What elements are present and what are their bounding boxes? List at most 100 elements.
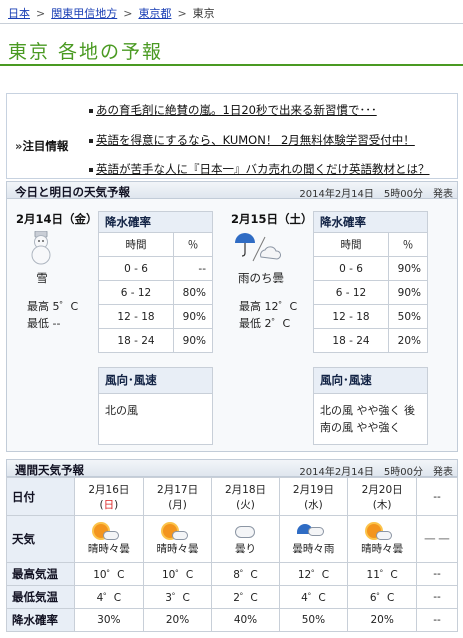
- ad-link-text: 英語が苦手な人に『日本一』バカ売れの聞くだけ英語教材とは？: [96, 162, 430, 176]
- umbrella-then-cloud-icon: [233, 231, 285, 268]
- today-forecast-header: 今日と明日の天気予報 2014年2月14日 5時00分 発表: [6, 181, 458, 200]
- weekly-weather-text: 晴時々曇: [87, 542, 130, 555]
- breadcrumb-link-japan[interactable]: 日本: [8, 7, 30, 20]
- page-title: 東京 各地の予報: [8, 41, 164, 63]
- weekly-date: 2月16日: [88, 483, 130, 496]
- day1-wind-body: 北の風: [99, 394, 212, 427]
- weekly-date: 2月20日: [361, 483, 403, 496]
- weekly-weather-text: 晴時々曇: [361, 542, 404, 555]
- rain-time: 6 - 12: [98, 280, 174, 305]
- day2-rain-table: 降水確率 時間％ 0 - 6 90% 6 - 12 90% 12 - 18 50% 1…: [313, 211, 428, 353]
- day1-rain-caption: 降水確率: [98, 211, 213, 233]
- weekly-date: 2月17日: [157, 483, 199, 496]
- breadcrumb-separator: >: [177, 7, 187, 20]
- weekly-low: 4゜C: [278, 585, 349, 609]
- weekly-low: --: [415, 585, 459, 609]
- ad-link-2[interactable]: 英語を得意にするなら、KUMON！ 2月無料体験学習受付中！: [89, 132, 415, 148]
- weekly-high: 10゜C: [142, 562, 213, 586]
- ad-link-text: 英語を得意にするなら、KUMON！ 2月無料体験学習受付中！: [96, 133, 415, 147]
- bullet-icon: [89, 167, 93, 172]
- weekly-date: 2月18日: [224, 483, 267, 496]
- weekly-rain: 20%: [347, 608, 417, 632]
- weekly-rain: 40%: [211, 608, 280, 632]
- rain-pct: 20%: [388, 328, 428, 353]
- sun-cloud-icon: [348, 523, 416, 541]
- weekly-rain: 20%: [142, 608, 213, 632]
- rain-pct: 90%: [173, 304, 213, 329]
- weekly-row-low-label: 最低気温: [6, 585, 75, 609]
- ad-link-3[interactable]: 英語が苦手な人に『日本一』バカ売れの聞くだけ英語教材とは？: [89, 161, 430, 177]
- breadcrumb: 日本 > 関東甲信地方 > 東京都 > 東京: [8, 5, 215, 21]
- day2-rain-caption: 降水確率: [313, 211, 428, 233]
- weekly-forecast-issued: 2014年2月14日 5時00分 発表: [299, 467, 453, 478]
- day1-weather: 雪: [36, 271, 48, 285]
- breadcrumb-divider: [0, 23, 463, 24]
- day2-date: 2月15日（土）: [231, 212, 313, 226]
- weekly-dow: 火: [240, 498, 251, 511]
- weekly-forecast-title: 週間天気予報: [15, 463, 84, 477]
- day2-weather: 雨のち曇: [238, 271, 284, 285]
- bullet-icon: [89, 108, 93, 113]
- weekly-date: 2月19日: [292, 483, 334, 496]
- rain-time: 6 - 12: [313, 280, 389, 305]
- snowman-icon: [27, 230, 55, 268]
- bullet-icon: [89, 138, 93, 143]
- day2-temps: 最高 12゜C 最低 2゜C: [239, 298, 297, 332]
- day2-wind-line: 北の風 やや強く 後: [320, 404, 415, 417]
- rain-time: 12 - 18: [313, 304, 389, 329]
- weekly-dow: 月: [172, 498, 183, 511]
- weekly-rain: --: [415, 608, 459, 632]
- sun-cloud-icon: [75, 523, 143, 541]
- rain-col-time: 時間: [98, 232, 174, 257]
- day1-wind-caption: 風向･風速: [99, 368, 212, 394]
- weekly-row-high-label: 最高気温: [6, 562, 75, 586]
- weekly-weather-text: 曇り: [234, 542, 256, 555]
- weekly-rain: 50%: [278, 608, 349, 632]
- weekly-weather-cell: 晴時々曇: [74, 515, 144, 563]
- today-forecast-issued: 2014年2月14日 5時00分 発表: [299, 189, 453, 200]
- weekly-weather-text: 曇時々雨: [292, 542, 335, 555]
- weekly-date-cell: 2月17日 (月): [142, 477, 213, 516]
- weekly-row-weather-label: 天気: [6, 515, 75, 563]
- breadcrumb-link-kanto[interactable]: 関東甲信地方: [51, 7, 117, 20]
- rain-pct: --: [173, 256, 213, 281]
- weekly-low: 2゜C: [211, 585, 280, 609]
- weekly-row-rain-label: 降水確率: [6, 608, 75, 632]
- weekly-high: 10゜C: [74, 562, 144, 586]
- weekly-weather-cell: 曇り: [211, 515, 280, 563]
- breadcrumb-link-tokyo-to[interactable]: 東京都: [138, 7, 171, 20]
- featured-info-box: » 注目情報 あの育毛剤に絶賛の嵐。1日20秒で出来る新習慣で･･･ 英語を得意に…: [6, 93, 458, 179]
- double-chevron-right-icon: »: [15, 139, 23, 153]
- day1-date: 2月14日（金）: [16, 212, 98, 226]
- day1-wind-box: 風向･風速 北の風: [98, 367, 213, 445]
- day2-high: 最高 12゜C: [239, 300, 298, 313]
- rain-time: 12 - 18: [98, 304, 174, 329]
- breadcrumb-current: 東京: [192, 7, 215, 20]
- weekly-date-cell: 2月20日 (木): [347, 477, 417, 516]
- rain-time: 0 - 6: [98, 256, 174, 281]
- weekly-high: --: [415, 562, 459, 586]
- rain-time: 18 - 24: [98, 328, 174, 353]
- featured-info-label: » 注目情報: [15, 138, 68, 154]
- weekly-date-cell: 2月19日 (水): [278, 477, 349, 516]
- weekly-date-cell: 2月18日 (火): [211, 477, 280, 516]
- rain-time: 18 - 24: [313, 328, 389, 353]
- weekly-dow: 日: [103, 498, 115, 511]
- weekly-weather-text: 晴時々曇: [156, 542, 199, 555]
- no-data-icon: ― ―: [424, 533, 450, 545]
- weekly-low: 3゜C: [142, 585, 213, 609]
- today-forecast-title: 今日と明日の天気予報: [15, 185, 130, 199]
- day1-temps: 最高 5゜C 最低 --: [27, 298, 78, 332]
- rain-pct: 90%: [388, 256, 428, 281]
- weekly-weather-cell: 晴時々曇: [142, 515, 213, 563]
- weekly-date-cell: 2月16日 (日): [74, 477, 144, 516]
- title-divider: [0, 64, 463, 66]
- ad-link-1[interactable]: あの育毛剤に絶賛の嵐。1日20秒で出来る新習慣で･･･: [89, 102, 377, 118]
- weekly-forecast-table: 日付 2月16日 (日) 2月17日 (月) 2月18日 (火) 2月19日 (水) 2…: [6, 477, 459, 632]
- rain-col-pct: ％: [388, 232, 428, 257]
- day2-wind-line: 南の風 やや強く: [320, 421, 401, 434]
- day1-high: 最高 5゜C: [27, 300, 79, 313]
- weekly-high: 12゜C: [278, 562, 349, 586]
- weekly-low: 4゜C: [74, 585, 144, 609]
- breadcrumb-separator: >: [36, 7, 46, 20]
